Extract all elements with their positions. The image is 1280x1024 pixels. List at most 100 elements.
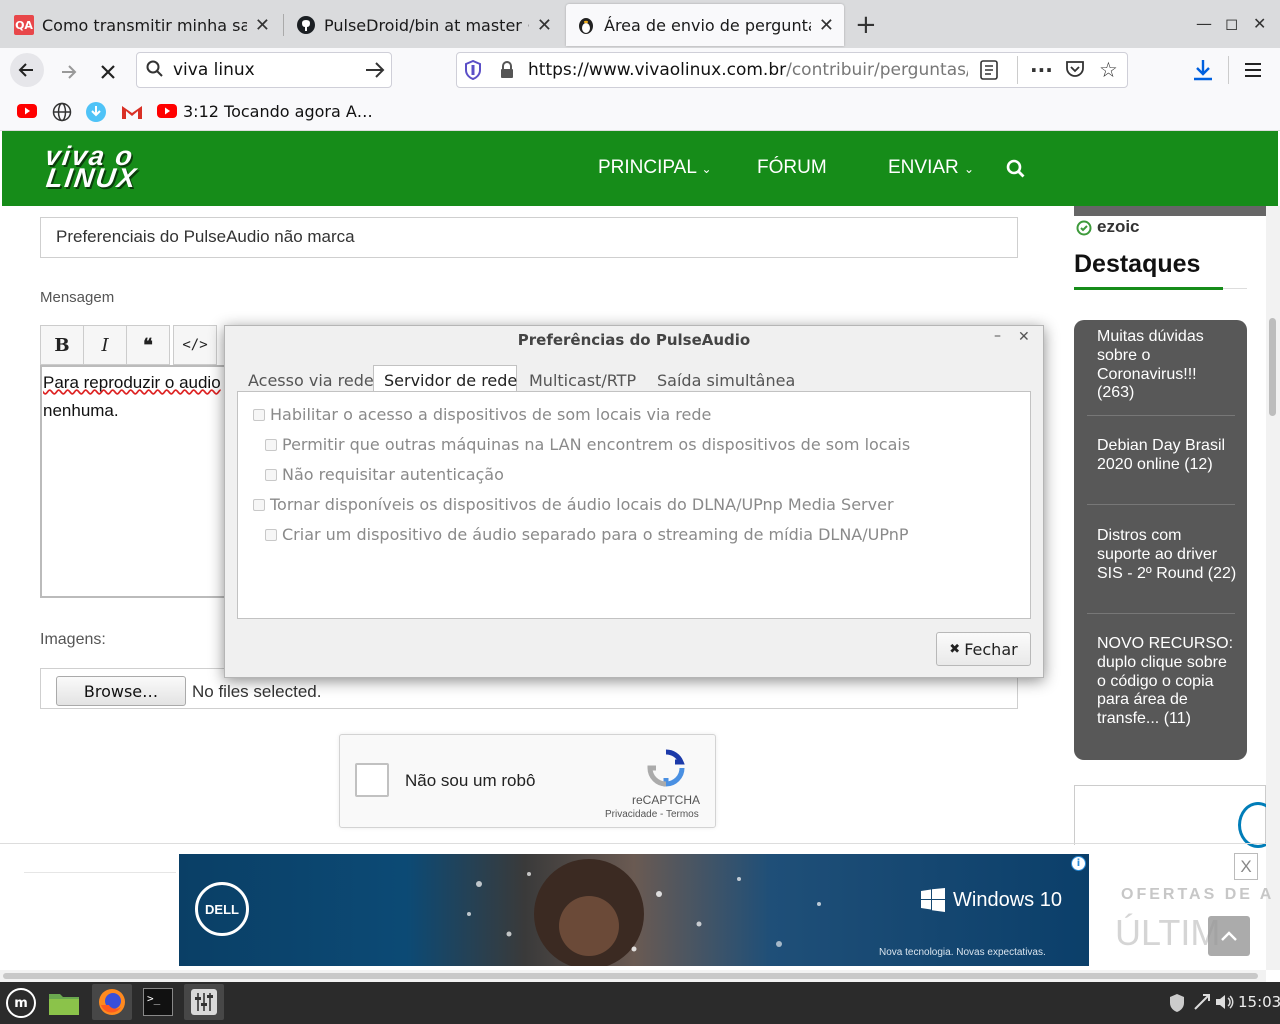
tab-vivaolinux-active[interactable]: Área de envio de perguntas ✕ [566, 4, 844, 46]
files-icon[interactable] [48, 990, 80, 1020]
bold-button[interactable]: B [40, 325, 84, 365]
github-icon [296, 15, 316, 35]
no-files-text: No files selected. [192, 682, 322, 701]
close-tab-icon[interactable]: ✕ [537, 15, 552, 36]
search-input[interactable]: viva linux [173, 60, 255, 80]
logo-bottom: LINUX [44, 163, 140, 193]
close-dialog-button[interactable]: ✖ Fechar [936, 632, 1031, 666]
firefox-icon [97, 987, 127, 1021]
horizontal-scrollbar-thumb[interactable] [3, 973, 1258, 979]
option-checkbox[interactable] [265, 469, 277, 481]
qa-icon: QA [14, 15, 34, 35]
network-icon[interactable] [1193, 993, 1211, 1015]
url-domain: https://www.vivaolinux.com.br [528, 60, 787, 80]
code-button[interactable]: </> [173, 325, 217, 365]
scroll-top-button[interactable] [1208, 916, 1250, 956]
globe-icon[interactable] [52, 102, 72, 126]
gmail-icon[interactable] [121, 104, 143, 124]
ezoic-label[interactable]: ezoic [1097, 217, 1140, 237]
recaptcha-label: Não sou um robô [405, 771, 536, 790]
option-label[interactable]: Permitir que outras máquinas na LAN enco… [282, 435, 910, 454]
browse-button[interactable]: Browse… [56, 676, 186, 706]
tab-title: PulseDroid/bin at master · c [324, 15, 529, 35]
bookmark-star-icon[interactable]: ☆ [1099, 58, 1118, 82]
stop-icon[interactable] [92, 56, 124, 88]
tab-qa[interactable]: QA Como transmitir minha saíd ✕ [4, 4, 280, 46]
close-tab-icon[interactable]: ✕ [255, 15, 270, 36]
security-shield-icon[interactable] [1168, 993, 1186, 1017]
site-search-icon[interactable] [1006, 159, 1026, 183]
maximize-icon[interactable]: ◻ [1225, 14, 1238, 33]
nav-forum[interactable]: FÓRUM [757, 157, 827, 179]
download-helper-icon[interactable] [86, 102, 106, 122]
close-button-label: Fechar [964, 639, 1018, 659]
destaque-item[interactable]: Distros com suporte ao driver SIS - 2º R… [1097, 527, 1237, 583]
url-text[interactable]: https://www.vivaolinux.com.br/contribuir… [528, 60, 968, 80]
downloads-icon[interactable] [1192, 58, 1214, 86]
tab-saida-simultanea[interactable]: Saída simultânea [657, 368, 795, 392]
recaptcha-checkbox[interactable] [355, 763, 389, 797]
shield-icon[interactable] [464, 59, 482, 84]
page-actions-icon[interactable]: ··· [1030, 58, 1053, 82]
option-checkbox[interactable] [265, 529, 277, 541]
youtube-icon[interactable] [157, 104, 177, 118]
nav-enviar[interactable]: ENVIAR ⌄ [888, 157, 974, 179]
tab-title: Como transmitir minha saíd [42, 15, 247, 35]
mint-menu-icon[interactable]: m [6, 988, 36, 1018]
destaque-item[interactable]: Muitas dúvidas sobre o Coronavirus!!! (2… [1097, 328, 1237, 403]
lock-icon[interactable] [499, 60, 515, 84]
dialog-title: Preferências do PulseAudio [517, 331, 751, 349]
close-tab-icon[interactable]: ✕ [819, 15, 834, 36]
ad-close-button[interactable]: X [1234, 853, 1258, 880]
bookmark-now-playing[interactable]: 3:12 Tocando agora A… [183, 102, 373, 121]
search-go-icon[interactable] [364, 60, 386, 84]
site-logo[interactable]: viva o LINUX [41, 141, 142, 193]
close-icon: ✖ [949, 641, 961, 657]
url-separator [1017, 56, 1018, 84]
back-icon[interactable] [10, 53, 44, 87]
destaque-item[interactable]: NOVO RECURSO: duplo clique sobre o códig… [1097, 635, 1237, 729]
tab-github[interactable]: PulseDroid/bin at master · c ✕ [286, 4, 562, 46]
dialog-minimize-icon[interactable]: – [994, 328, 1001, 344]
menu-icon[interactable] [1244, 62, 1262, 82]
reader-view-icon[interactable] [980, 60, 998, 84]
images-label: Imagens: [40, 631, 106, 648]
option-label[interactable]: Habilitar o acesso a dispositivos de som… [270, 405, 711, 424]
page-scrollbar-thumb[interactable] [1269, 318, 1276, 416]
option-label[interactable]: Não requisitar autenticação [282, 465, 504, 484]
italic-button[interactable]: I [83, 325, 127, 365]
dialog-close-icon[interactable]: ✕ [1018, 329, 1030, 345]
windows-logo-icon [921, 888, 945, 916]
youtube-icon[interactable] [17, 104, 37, 118]
recaptcha-links[interactable]: Privacidade - Termos [605, 809, 699, 820]
volume-icon[interactable] [1214, 993, 1234, 1015]
toolbar-separator [1228, 56, 1229, 84]
option-label[interactable]: Tornar disponíveis os dispositivos de áu… [270, 495, 894, 514]
option-checkbox[interactable] [253, 409, 265, 421]
nav-principal[interactable]: PRINCIPAL ⌄ [598, 157, 712, 179]
tab-servidor-de-rede[interactable]: Servidor de rede [384, 368, 517, 392]
close-window-icon[interactable]: ✕ [1253, 14, 1266, 33]
ad-strip [1074, 206, 1266, 216]
tab-acesso-via-rede[interactable]: Acesso via rede [248, 368, 374, 392]
new-tab-icon[interactable]: + [855, 10, 877, 40]
terminal-icon[interactable]: >_ [143, 988, 173, 1016]
ad-left-rule [24, 872, 176, 873]
option-checkbox[interactable] [265, 439, 277, 451]
windows10-text: Windows 10 [953, 889, 1062, 911]
tab-multicast-rtp[interactable]: Multicast/RTP [529, 368, 636, 392]
destaque-divider [1087, 504, 1235, 505]
quote-button[interactable]: ❝ [126, 325, 170, 365]
minimize-icon[interactable]: — [1196, 14, 1212, 33]
dell-windows-ad-banner[interactable]: DELL Windows 10 Nova tecnologia. Novas e… [179, 854, 1089, 966]
sidebar-ad-box [1074, 785, 1266, 845]
pocket-icon[interactable] [1065, 60, 1085, 82]
destaque-divider [1087, 415, 1235, 416]
heading-rule [1223, 288, 1247, 289]
option-label[interactable]: Criar um dispositivo de áudio separado p… [282, 525, 908, 544]
ad-info-icon[interactable]: i [1071, 856, 1086, 871]
forward-icon[interactable] [52, 56, 84, 88]
ad-divider [0, 843, 1266, 844]
destaque-item[interactable]: Debian Day Brasil 2020 online (12) [1097, 437, 1237, 475]
option-checkbox[interactable] [253, 499, 265, 511]
